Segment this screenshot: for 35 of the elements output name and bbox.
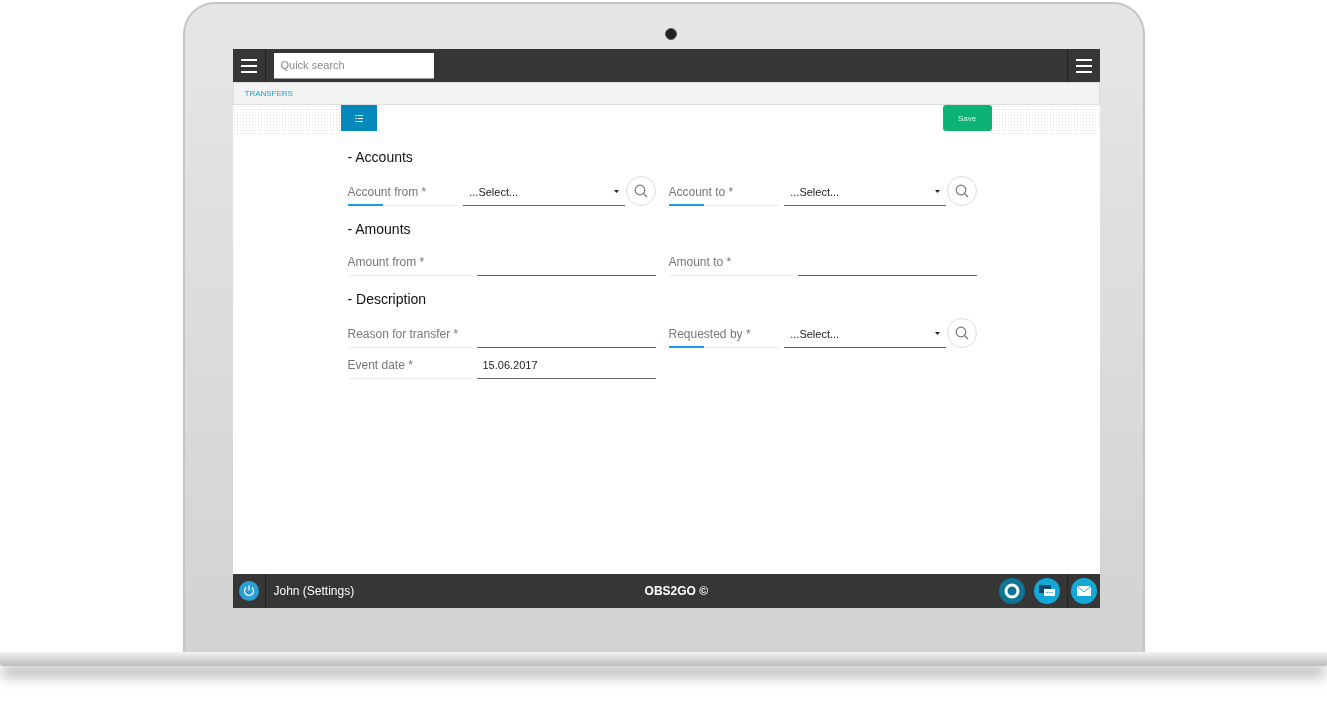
section-title[interactable]: - Description	[347, 291, 427, 309]
search-button[interactable]	[946, 176, 977, 206]
camera-icon	[664, 28, 677, 40]
field-label: Account from *	[347, 178, 460, 206]
list-icon	[354, 114, 363, 122]
section-title[interactable]: - Amounts	[347, 221, 411, 239]
search-button[interactable]	[625, 176, 656, 206]
section-title[interactable]: - Accounts	[347, 149, 413, 167]
field-label: Event date *	[347, 351, 473, 379]
power-icon[interactable]	[238, 581, 259, 601]
input-field[interactable]: 15.06.2017	[476, 351, 656, 379]
select-dropdown[interactable]: ...Select...	[463, 178, 625, 206]
field-label: Amount from *	[347, 248, 473, 276]
search-button[interactable]	[946, 318, 977, 348]
brand-label: OBS2GO ©	[644, 584, 709, 598]
chat-icon[interactable]	[1033, 578, 1060, 604]
select-dropdown[interactable]: ...Select...	[784, 320, 946, 348]
lifebuoy-icon[interactable]	[998, 578, 1025, 604]
menu-icon	[240, 58, 257, 73]
caret-icon	[934, 332, 940, 335]
menu-icon	[1075, 58, 1092, 73]
field-label: Reason for transfer *	[347, 320, 473, 348]
mail-icon[interactable]	[1070, 578, 1097, 604]
search-icon	[954, 184, 969, 198]
select-dropdown[interactable]: ...Select...	[784, 178, 946, 206]
list-button[interactable]	[340, 105, 377, 131]
caret-icon	[934, 190, 940, 193]
field-label: Account to *	[668, 178, 781, 206]
user-settings-link[interactable]: John (Settings)	[273, 584, 355, 598]
search-icon	[633, 184, 648, 198]
field-label: Amount to *	[668, 248, 794, 276]
caret-icon	[613, 190, 619, 193]
field-label: Requested by *	[668, 320, 781, 348]
search-field[interactable]: Quick search	[273, 52, 434, 79]
search-icon	[954, 326, 969, 340]
